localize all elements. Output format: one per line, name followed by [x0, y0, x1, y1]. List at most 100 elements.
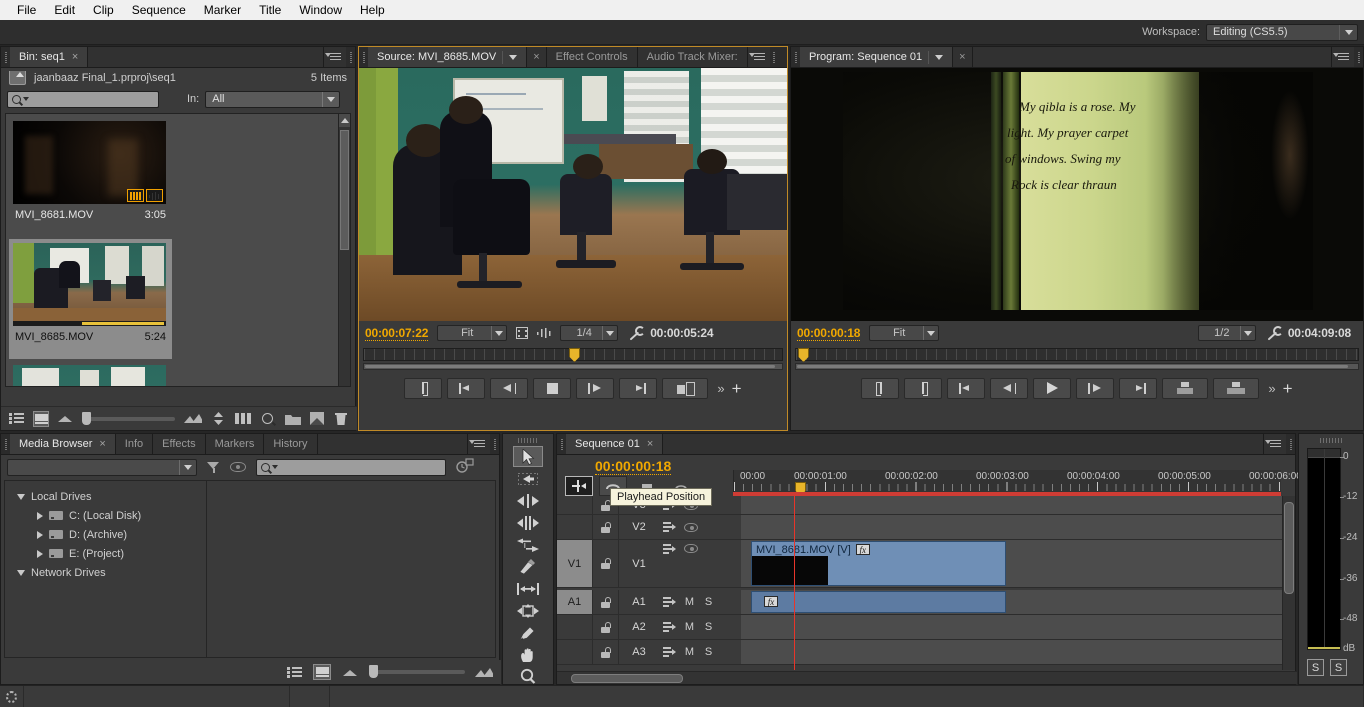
track-content-v2[interactable]: [741, 515, 1295, 539]
parent-folder-icon[interactable]: [9, 71, 26, 85]
scrollbar-thumb[interactable]: [571, 674, 683, 683]
timeline-ruler[interactable]: 00:00 00:00:01:00 00:00:02:00 00:00:03:0…: [733, 470, 1354, 496]
track-content-v1[interactable]: MVI_8681.MOV [V] fx: [741, 540, 1295, 587]
thumbnail-view-icon[interactable]: [313, 664, 331, 680]
track-select-tool[interactable]: [513, 468, 543, 489]
thumbnail-zoom-slider[interactable]: [369, 665, 465, 678]
timeline-audio-clip[interactable]: fx: [751, 591, 1006, 613]
disclosure-open-icon[interactable]: [17, 569, 25, 576]
media-browser-file-list[interactable]: [207, 480, 496, 658]
program-fit-select[interactable]: Fit: [869, 325, 940, 341]
track-output-eye-icon[interactable]: [684, 522, 698, 532]
tree-item-network-drives[interactable]: Network Drives: [5, 563, 206, 582]
panel-grip-icon[interactable]: [557, 434, 566, 454]
sync-lock-icon[interactable]: [663, 522, 676, 532]
chevron-down-icon[interactable]: [1239, 326, 1255, 340]
media-browser-tree[interactable]: Local Drives C: (Local Disk) D: (Archive…: [4, 480, 207, 658]
go-to-out-button[interactable]: [619, 377, 658, 399]
mark-out-button[interactable]: [404, 377, 443, 399]
settings-wrench-icon[interactable]: [627, 326, 646, 340]
clip-thumbnail[interactable]: [13, 121, 166, 204]
tree-item-local-drives[interactable]: Local Drives: [5, 487, 206, 506]
chevron-down-icon[interactable]: [1339, 24, 1357, 40]
panel-grip-right-icon[interactable]: [1286, 434, 1295, 454]
list-view-icon[interactable]: [285, 664, 303, 680]
track-output-eye-icon[interactable]: [684, 544, 698, 553]
more-buttons-icon[interactable]: »: [1268, 381, 1275, 396]
selection-tool[interactable]: [513, 446, 543, 467]
bin-filter-select[interactable]: All: [205, 90, 341, 108]
zoom-out-icon[interactable]: [341, 664, 359, 680]
tab-bin-seq1[interactable]: Bin: seq1 ×: [10, 47, 89, 67]
menu-item-clip[interactable]: Clip: [84, 1, 123, 19]
panel-grip-right-icon[interactable]: [1354, 47, 1363, 67]
track-target-v2[interactable]: [557, 515, 593, 539]
tab-audio-track-mixer[interactable]: Audio Track Mixer:: [637, 47, 748, 67]
chevron-down-icon[interactable]: [23, 97, 29, 101]
source-panel-menu-button[interactable]: [747, 47, 770, 67]
slider-knob[interactable]: [369, 665, 378, 678]
zoom-in-icon[interactable]: [475, 664, 493, 680]
track-lock-a3[interactable]: [593, 640, 619, 664]
lift-button[interactable]: [1162, 377, 1209, 399]
bin-search-input[interactable]: [7, 90, 159, 108]
tab-effects[interactable]: Effects: [153, 434, 206, 454]
meter-solo-button-left[interactable]: S: [1307, 659, 1324, 676]
step-forward-button[interactable]: [1076, 377, 1115, 399]
tab-media-browser[interactable]: Media Browser ×: [10, 434, 116, 454]
track-lock-v1[interactable]: [593, 540, 619, 587]
razor-tool[interactable]: [513, 556, 543, 577]
zoom-tool[interactable]: [513, 666, 543, 687]
bin-clip-item[interactable]: MVI_8681.MOV 3:05: [9, 117, 172, 237]
insert-button[interactable]: [662, 377, 709, 399]
source-playhead[interactable]: [569, 348, 580, 362]
panel-grip-right-icon[interactable]: [346, 47, 355, 67]
sync-lock-icon[interactable]: [663, 544, 676, 554]
source-current-timecode[interactable]: 00:00:07:22: [365, 326, 428, 341]
menu-item-marker[interactable]: Marker: [195, 1, 250, 19]
program-time-ruler[interactable]: [795, 348, 1359, 362]
track-target-a3[interactable]: [557, 640, 593, 664]
disclosure-open-icon[interactable]: [17, 493, 25, 500]
scroll-up-icon[interactable]: [339, 114, 350, 127]
tree-item-d-drive[interactable]: D: (Archive): [5, 525, 206, 544]
button-editor-icon[interactable]: +: [732, 380, 742, 397]
sync-lock-icon[interactable]: [663, 597, 676, 607]
button-editor-icon[interactable]: +: [1283, 380, 1293, 397]
timeline-video-clip[interactable]: MVI_8681.MOV [V] fx: [751, 541, 1006, 586]
step-forward-button[interactable]: [576, 377, 615, 399]
pen-tool[interactable]: [513, 622, 543, 643]
media-browser-path-select[interactable]: [7, 458, 197, 476]
timeline-vertical-scrollbar[interactable]: [1282, 496, 1295, 670]
chevron-down-icon[interactable]: [602, 326, 617, 340]
timeline-playhead-timecode[interactable]: 00:00:00:18: [595, 458, 672, 475]
menu-item-title[interactable]: Title: [250, 1, 290, 19]
track-lock-v2[interactable]: [593, 515, 619, 539]
step-back-button[interactable]: [490, 377, 529, 399]
panel-grip-right-icon[interactable]: [490, 434, 499, 454]
tab-sequence-01[interactable]: Sequence 01 ×: [566, 434, 664, 454]
source-fit-select[interactable]: Fit: [437, 325, 508, 341]
close-icon[interactable]: ×: [647, 438, 653, 450]
track-lock-a1[interactable]: [593, 590, 619, 614]
program-monitor-video[interactable]: My qibla is a rose. My light. My prayer …: [791, 68, 1363, 321]
delete-icon[interactable]: [334, 411, 349, 427]
find-icon[interactable]: [260, 411, 275, 427]
ripple-edit-tool[interactable]: [513, 490, 543, 511]
clip-thumbnail[interactable]: [13, 243, 166, 326]
track-row-a2[interactable]: A2 M S: [557, 615, 1295, 640]
sync-lock-icon[interactable]: [663, 647, 676, 657]
tree-item-c-drive[interactable]: C: (Local Disk): [5, 506, 206, 525]
new-bin-icon[interactable]: [284, 411, 301, 427]
tools-panel-grip-icon[interactable]: [503, 434, 553, 446]
bin-clip-grid[interactable]: MVI_8681.MOV 3:05 MVI_8685.MOV 5:24: [5, 113, 339, 387]
thumbnail-zoom-slider[interactable]: [82, 411, 176, 425]
list-view-icon[interactable]: [9, 411, 25, 427]
menu-item-window[interactable]: Window: [290, 1, 351, 19]
bin-panel-menu-button[interactable]: [324, 47, 346, 67]
track-content-v3[interactable]: [741, 496, 1295, 514]
chevron-down-icon[interactable]: [179, 459, 196, 475]
rate-stretch-tool[interactable]: [513, 534, 543, 555]
chevron-down-icon[interactable]: [272, 465, 278, 469]
rolling-edit-tool[interactable]: [513, 512, 543, 533]
